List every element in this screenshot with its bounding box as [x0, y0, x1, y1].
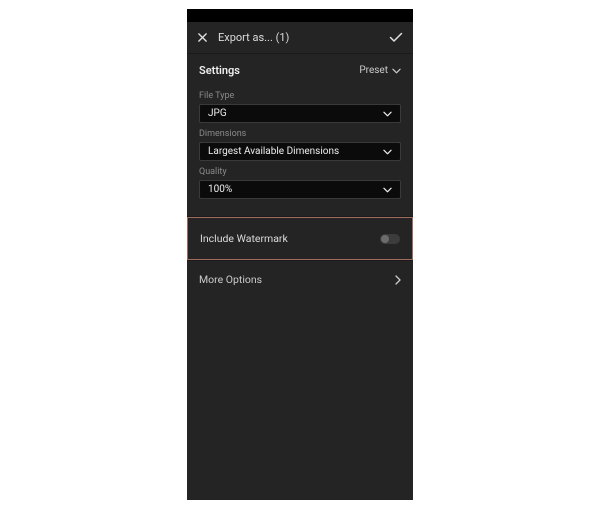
preset-label: Preset [359, 65, 388, 76]
include-watermark-row[interactable]: Include Watermark [187, 217, 413, 260]
settings-heading-row: Settings Preset [199, 64, 401, 85]
dimensions-label: Dimensions [199, 129, 401, 139]
section-divider [187, 199, 413, 217]
device-status-bar [187, 9, 413, 22]
dimensions-row: Dimensions Largest Available Dimensions [199, 129, 401, 161]
quality-row: Quality 100% [199, 167, 401, 199]
chevron-down-icon [383, 149, 392, 155]
file-type-row: File Type JPG [199, 91, 401, 123]
file-type-label: File Type [199, 91, 401, 101]
file-type-select[interactable]: JPG [199, 104, 401, 123]
chevron-down-icon [392, 68, 401, 74]
confirm-icon[interactable] [389, 32, 403, 43]
close-icon[interactable] [197, 32, 208, 43]
chevron-right-icon [395, 275, 401, 285]
header-title: Export as... (1) [218, 31, 389, 44]
export-panel: Export as... (1) Settings Preset File Ty… [187, 9, 413, 500]
dimensions-select[interactable]: Largest Available Dimensions [199, 142, 401, 161]
more-options-row[interactable]: More Options [187, 261, 413, 298]
settings-title: Settings [199, 64, 240, 77]
watermark-label: Include Watermark [200, 232, 288, 245]
dimensions-value: Largest Available Dimensions [208, 146, 339, 157]
quality-select[interactable]: 100% [199, 180, 401, 199]
chevron-down-icon [383, 187, 392, 193]
quality-value: 100% [208, 184, 232, 195]
settings-section: Settings Preset File Type JPG Dimensions… [187, 54, 413, 217]
header-bar: Export as... (1) [187, 22, 413, 54]
more-options-label: More Options [199, 273, 262, 286]
chevron-down-icon [383, 111, 392, 117]
file-type-value: JPG [208, 108, 227, 119]
quality-label: Quality [199, 167, 401, 177]
watermark-toggle[interactable] [380, 234, 400, 244]
toggle-knob [381, 235, 389, 243]
preset-dropdown[interactable]: Preset [359, 65, 401, 76]
